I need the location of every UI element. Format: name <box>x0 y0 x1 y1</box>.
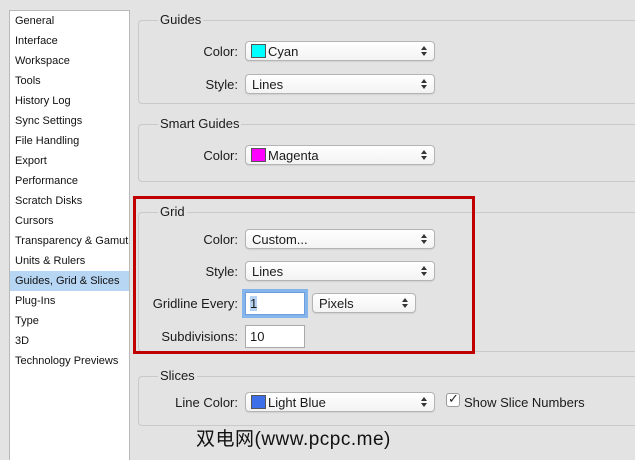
sidebar-item-3d[interactable]: 3D <box>10 331 129 351</box>
sidebar-item-tools[interactable]: Tools <box>10 71 129 91</box>
checkmark-icon: ✓ <box>448 391 459 406</box>
sidebar-item-export[interactable]: Export <box>10 151 129 171</box>
smart-guides-color-value: Magenta <box>268 147 319 163</box>
smart-guides-color-select[interactable]: Magenta <box>245 145 435 165</box>
guides-color-value: Cyan <box>268 43 299 59</box>
guides-style-select[interactable]: Lines <box>245 74 435 94</box>
show-slice-numbers-checkbox[interactable]: ✓ <box>446 391 460 407</box>
guides-style-label: Style: <box>205 77 238 92</box>
chevron-updown-icon <box>421 396 428 408</box>
sidebar-item-sync-settings[interactable]: Sync Settings <box>10 111 129 131</box>
sidebar-item-history-log[interactable]: History Log <box>10 91 129 111</box>
guides-color-select[interactable]: Cyan <box>245 41 435 61</box>
chevron-updown-icon <box>421 45 428 57</box>
slices-line-color-select[interactable]: Light Blue <box>245 392 435 412</box>
sidebar-item-plug-ins[interactable]: Plug-Ins <box>10 291 129 311</box>
guides-title: Guides <box>158 12 204 27</box>
sidebar-item-technology-previews[interactable]: Technology Previews <box>10 351 129 371</box>
guides-color-label: Color: <box>203 44 238 59</box>
sidebar-item-workspace[interactable]: Workspace <box>10 51 129 71</box>
sidebar-item-guides-grid-slices[interactable]: Guides, Grid & Slices <box>10 271 129 291</box>
sidebar-item-cursors[interactable]: Cursors <box>10 211 129 231</box>
smart-guides-color-label: Color: <box>203 148 238 163</box>
sidebar-item-file-handling[interactable]: File Handling <box>10 131 129 151</box>
watermark-text: 双电网(www.pcpc.me) <box>196 429 391 450</box>
slices-line-color-value: Light Blue <box>268 394 326 410</box>
show-slice-numbers-label[interactable]: Show Slice Numbers <box>464 395 585 410</box>
sidebar-item-scratch-disks[interactable]: Scratch Disks <box>10 191 129 211</box>
light-blue-swatch-icon <box>251 395 266 409</box>
chevron-updown-icon <box>421 78 428 90</box>
slices-line-color-label: Line Color: <box>175 395 238 410</box>
magenta-swatch-icon <box>251 148 266 162</box>
sidebar-item-general[interactable]: General <box>10 11 129 31</box>
chevron-updown-icon <box>421 149 428 161</box>
slices-title: Slices <box>158 368 197 383</box>
sidebar-item-units-rulers[interactable]: Units & Rulers <box>10 251 129 271</box>
sidebar-item-transparency-gamut[interactable]: Transparency & Gamut <box>10 231 129 251</box>
preferences-sidebar: General Interface Workspace Tools Histor… <box>9 10 130 460</box>
sidebar-item-performance[interactable]: Performance <box>10 171 129 191</box>
sidebar-item-interface[interactable]: Interface <box>10 31 129 51</box>
smart-guides-title: Smart Guides <box>158 116 242 131</box>
grid-highlight-box <box>133 196 475 354</box>
sidebar-item-type[interactable]: Type <box>10 311 129 331</box>
cyan-swatch-icon <box>251 44 266 58</box>
guides-style-value: Lines <box>252 76 284 92</box>
